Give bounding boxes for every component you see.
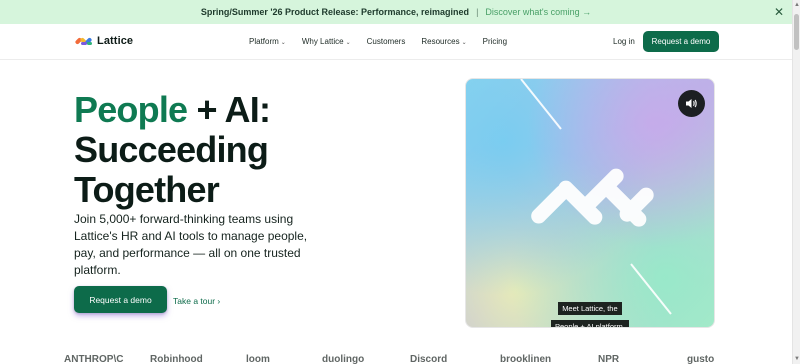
- chevron-down-icon: ⌄: [345, 40, 351, 46]
- headline-accent: People: [74, 89, 188, 130]
- take-tour-link[interactable]: Take a tour ›: [173, 296, 220, 306]
- hero-video[interactable]: Meet Lattice, the People + AI platform.: [465, 78, 715, 328]
- nav-item-customers[interactable]: Customers: [367, 37, 406, 46]
- customer-logo-gusto: gusto: [687, 354, 715, 364]
- nav-item-resources[interactable]: Resources ⌄: [421, 37, 466, 46]
- hero-headline: People + AI: Succeeding Together: [74, 89, 271, 210]
- nav-request-demo-button[interactable]: Request a demo: [643, 31, 719, 52]
- customer-logo-npr: NPR: [598, 354, 620, 364]
- close-icon[interactable]: ✕: [774, 5, 784, 19]
- announcement-separator: |: [476, 7, 479, 17]
- scrollbar-thumb[interactable]: [794, 14, 799, 50]
- announcement-text: Spring/Summer '26 Product Release: Perfo…: [200, 7, 470, 17]
- headline-line-1: People + AI:: [74, 89, 271, 130]
- main-menu: Platform ⌄ Why Lattice ⌄ Customers Resources ⌄…: [249, 37, 523, 46]
- headline-line-2: Succeeding: [74, 129, 269, 170]
- video-caption: Meet Lattice, the People + AI platform.: [551, 298, 629, 327]
- lattice-logo-icon: [75, 37, 92, 45]
- chevron-down-icon: ⌄: [461, 40, 467, 46]
- top-nav: Lattice Platform ⌄ Why Lattice ⌄ Customers Re…: [0, 24, 792, 60]
- lattice-mark-graphic: [520, 79, 672, 315]
- caption-line-1: Meet Lattice, the: [558, 302, 622, 315]
- customer-logo-anthropc: ANTHROP\C: [64, 354, 124, 364]
- brand-name: Lattice: [97, 35, 134, 47]
- page-scrollbar[interactable]: ▲ ▼: [792, 0, 800, 364]
- scroll-up-icon[interactable]: ▲: [794, 2, 800, 8]
- customer-logo-robinhood: Robinhood: [150, 354, 203, 364]
- hero-description: Join 5,000+ forward-thinking teams using…: [74, 212, 308, 277]
- scroll-down-icon[interactable]: ▼: [794, 356, 800, 362]
- nav-item-label: Customers: [366, 37, 406, 46]
- customer-logo-brooklinen: brooklinen: [500, 354, 552, 364]
- customer-logo-discord: Discord: [410, 354, 448, 364]
- speaker-icon: [686, 99, 697, 108]
- customer-logo-strip: ANTHROP\C Robinhood loom duolingo Discord bro…: [0, 352, 792, 364]
- nav-item-pricing[interactable]: Pricing: [483, 37, 507, 46]
- headline-rest: + AI:: [187, 89, 271, 130]
- nav-item-label: Platform: [249, 37, 279, 46]
- chevron-down-icon: ⌄: [280, 40, 286, 46]
- nav-item-platform[interactable]: Platform ⌄: [249, 37, 286, 46]
- nav-item-label: Pricing: [482, 37, 508, 46]
- announcement-bar: Spring/Summer '26 Product Release: Perfo…: [0, 0, 792, 24]
- announcement-link[interactable]: Discover what's coming →: [485, 7, 591, 17]
- brand-logo[interactable]: Lattice: [74, 34, 133, 48]
- caption-line-2: People + AI platform.: [551, 320, 629, 327]
- nav-item-label: Why Lattice: [301, 37, 344, 46]
- headline-line-3: Together: [74, 169, 220, 210]
- nav-item-label: Resources: [421, 37, 460, 46]
- customer-logo-loom: loom: [246, 354, 270, 364]
- customer-logo-duolingo: duolingo: [322, 354, 365, 364]
- login-link[interactable]: Log in: [613, 37, 635, 46]
- sound-toggle-button[interactable]: [678, 90, 705, 117]
- hero-request-demo-button[interactable]: Request a demo: [74, 286, 167, 313]
- nav-item-why-lattice[interactable]: Why Lattice ⌄: [302, 37, 351, 46]
